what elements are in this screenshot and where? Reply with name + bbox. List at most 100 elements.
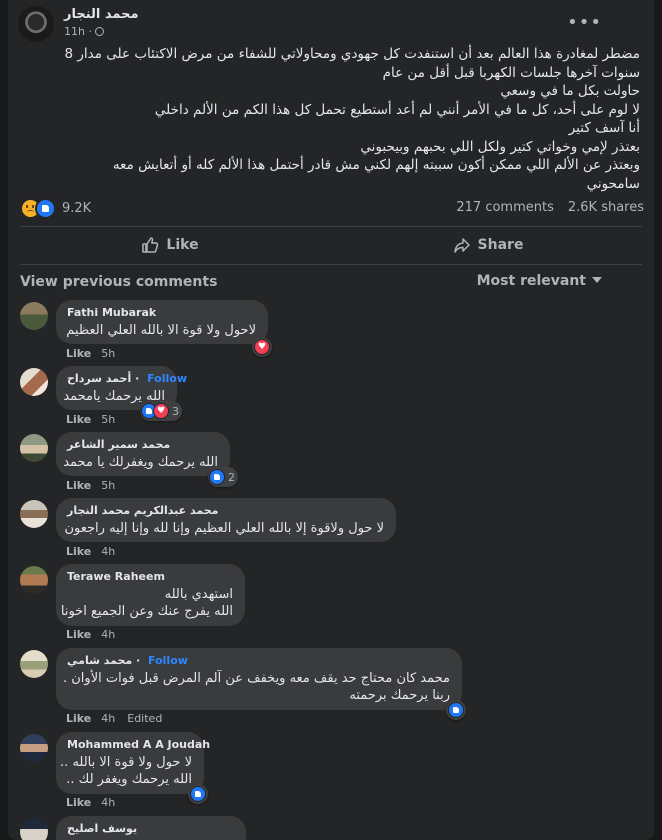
- post-text: مضطر لمغادرة هذا العالم بعد أن استنفدت ك…: [30, 45, 640, 193]
- commenter-avatar[interactable]: [20, 818, 48, 840]
- reaction-summary[interactable]: 9.2K: [20, 197, 92, 219]
- like-reaction-icon: [209, 469, 225, 485]
- globe-icon: [94, 27, 104, 36]
- commenter-avatar[interactable]: [20, 302, 48, 330]
- commenter-avatar[interactable]: [20, 650, 48, 678]
- comment-bubble: Fathi Mubarak لاحول ولا قوة الا بالله ال…: [56, 300, 268, 344]
- view-previous-comments[interactable]: View previous comments: [20, 274, 217, 290]
- post-time[interactable]: 11h: [64, 25, 85, 38]
- comment-reactions[interactable]: [252, 337, 272, 357]
- post-text-line: وبعتذر عن الألم اللي ممكن أكون سببته إله…: [112, 157, 640, 173]
- comment-text: لاحول ولا قوة الا بالله العلي العظيم: [66, 323, 256, 338]
- comment-actions: Like 4h: [66, 545, 127, 558]
- comment-reactions[interactable]: 2: [208, 467, 238, 487]
- comment-text: لا حول ولا قوة الا بالله ..: [60, 755, 192, 770]
- commenter-avatar[interactable]: [20, 434, 48, 462]
- comment-actions: Like 5h: [66, 479, 127, 492]
- like-reaction-icon: [35, 197, 56, 219]
- comment-actions: Like 4h Edited: [66, 712, 174, 725]
- comment-time[interactable]: 5h: [101, 413, 115, 426]
- comment-like-button[interactable]: Like: [66, 796, 91, 809]
- comment-like-button[interactable]: Like: [66, 545, 91, 558]
- post-stats: 217 comments 2.6K shares: [442, 200, 644, 215]
- post-text-line: سنوات آخرها جلسات الكهربا قبل أقل من عام: [382, 64, 640, 81]
- comment-reactions[interactable]: 3: [140, 401, 182, 421]
- divider: [20, 226, 642, 227]
- comment-bubble: محمد سمير الشاعر الله يرحمك ويغفرلك يا م…: [56, 432, 230, 476]
- comment-like-button[interactable]: Like: [66, 479, 91, 492]
- divider: [20, 264, 642, 265]
- comment-actions: Like 5h: [66, 413, 127, 426]
- comment-like-button[interactable]: Like: [66, 712, 91, 725]
- commenter-name[interactable]: Fathi Mubarak: [67, 306, 256, 319]
- post-header: محمد النجار 11h · •••: [18, 6, 644, 42]
- commenter-name[interactable]: محمد شامي: [67, 654, 132, 667]
- commenter-name[interactable]: يوسف اصليح: [67, 822, 234, 835]
- post-meta: 11h ·: [64, 25, 104, 38]
- love-reaction-icon: [153, 403, 169, 419]
- commenter-avatar[interactable]: [20, 566, 48, 594]
- comment-time[interactable]: 5h: [101, 347, 115, 360]
- follow-button[interactable]: Follow: [147, 372, 187, 385]
- commenter-name[interactable]: محمد سمير الشاعر: [67, 438, 218, 451]
- comment-name-row: أحمد سرداح · Follow: [67, 372, 187, 385]
- author-avatar[interactable]: [18, 6, 54, 42]
- comment-text: محمد كان محتاج حد يقف معه ويخفف عن آلم ا…: [63, 671, 450, 686]
- sort-dropdown[interactable]: Most relevant: [477, 273, 602, 289]
- share-arrow-icon: [453, 238, 470, 253]
- comment-bubble: Mohammed A A Joudah لا حول ولا قوة الا ب…: [56, 732, 210, 794]
- share-button[interactable]: Share: [338, 228, 638, 262]
- comment-text: الله يرحمك ويغفر لك ..: [66, 772, 192, 787]
- comment-actions: Like 4h: [66, 628, 127, 641]
- commenter-name[interactable]: Mohammed A A Joudah: [67, 738, 210, 751]
- like-reaction-icon: [448, 702, 464, 718]
- comment-bubble: محمد شامي · Follow محمد كان محتاج حد يقف…: [56, 648, 462, 710]
- commenter-name[interactable]: أحمد سرداح: [67, 372, 131, 385]
- comment-time[interactable]: 4h: [101, 628, 115, 641]
- love-reaction-icon: [254, 339, 270, 355]
- like-button[interactable]: Like: [20, 228, 320, 262]
- comment-like-button[interactable]: Like: [66, 347, 91, 360]
- comment-bubble: Terawe Raheem استهدي بالله الله يفرج عنك…: [56, 564, 245, 626]
- comment-bubble: محمد عبدالكريم محمد النجار لا حول ولاقوة…: [56, 498, 396, 542]
- post-text-line: سامحوني: [586, 175, 640, 192]
- commenter-name[interactable]: محمد عبدالكريم محمد النجار: [67, 504, 384, 517]
- commenter-avatar[interactable]: [20, 368, 48, 396]
- more-options-icon[interactable]: •••: [567, 12, 602, 33]
- commenter-name[interactable]: Terawe Raheem: [67, 570, 233, 583]
- post-text-line: مضطر لمغادرة هذا العالم بعد أن استنفدت ك…: [64, 46, 640, 62]
- comment-bubble: يوسف اصليح: [56, 816, 246, 840]
- caret-down-icon: [592, 277, 602, 283]
- commenter-avatar[interactable]: [20, 734, 48, 762]
- comment-text: الله يرحمك ويغفرلك يا محمد: [63, 455, 218, 470]
- comment-edited[interactable]: Edited: [127, 712, 162, 725]
- commenter-avatar[interactable]: [20, 500, 48, 528]
- author-name[interactable]: محمد النجار: [64, 7, 139, 22]
- comment-time[interactable]: 4h: [101, 545, 115, 558]
- shares-count[interactable]: 2.6K shares: [568, 200, 644, 215]
- comment-time[interactable]: 5h: [101, 479, 115, 492]
- post-text-line: أنا آسف كتير: [568, 120, 640, 136]
- comment-text: استهدي بالله: [164, 587, 233, 602]
- comment-reactions[interactable]: [188, 784, 208, 804]
- post-text-line: حاولت بكل ما في وسعي: [500, 83, 640, 99]
- comment-actions: Like 4h: [66, 796, 127, 809]
- like-reaction-icon: [190, 786, 206, 802]
- comment-time[interactable]: 4h: [101, 712, 115, 725]
- comment-time[interactable]: 4h: [101, 796, 115, 809]
- sort-label: Most relevant: [476, 273, 586, 289]
- follow-button[interactable]: Follow: [148, 654, 188, 667]
- comments-count[interactable]: 217 comments: [456, 200, 553, 215]
- comment-like-button[interactable]: Like: [66, 628, 91, 641]
- comment-reactions[interactable]: [446, 700, 466, 720]
- share-label: Share: [477, 237, 524, 253]
- comment-reaction-count: 2: [228, 470, 235, 484]
- comment-like-button[interactable]: Like: [66, 413, 91, 426]
- like-label: Like: [166, 237, 199, 253]
- comment-actions: Like 5h: [66, 347, 127, 360]
- reaction-count: 9.2K: [62, 200, 92, 216]
- post-text-line: بعتذر لإمي وخواتي كتير ولكل اللي بحبهم و…: [360, 138, 640, 155]
- comment-text: الله يفرج عنك وعن الجميع اخونا: [60, 604, 233, 619]
- comment-text: ربنا يرحمك برحمته: [349, 688, 450, 703]
- comment-name-row: محمد شامي · Follow: [67, 654, 188, 667]
